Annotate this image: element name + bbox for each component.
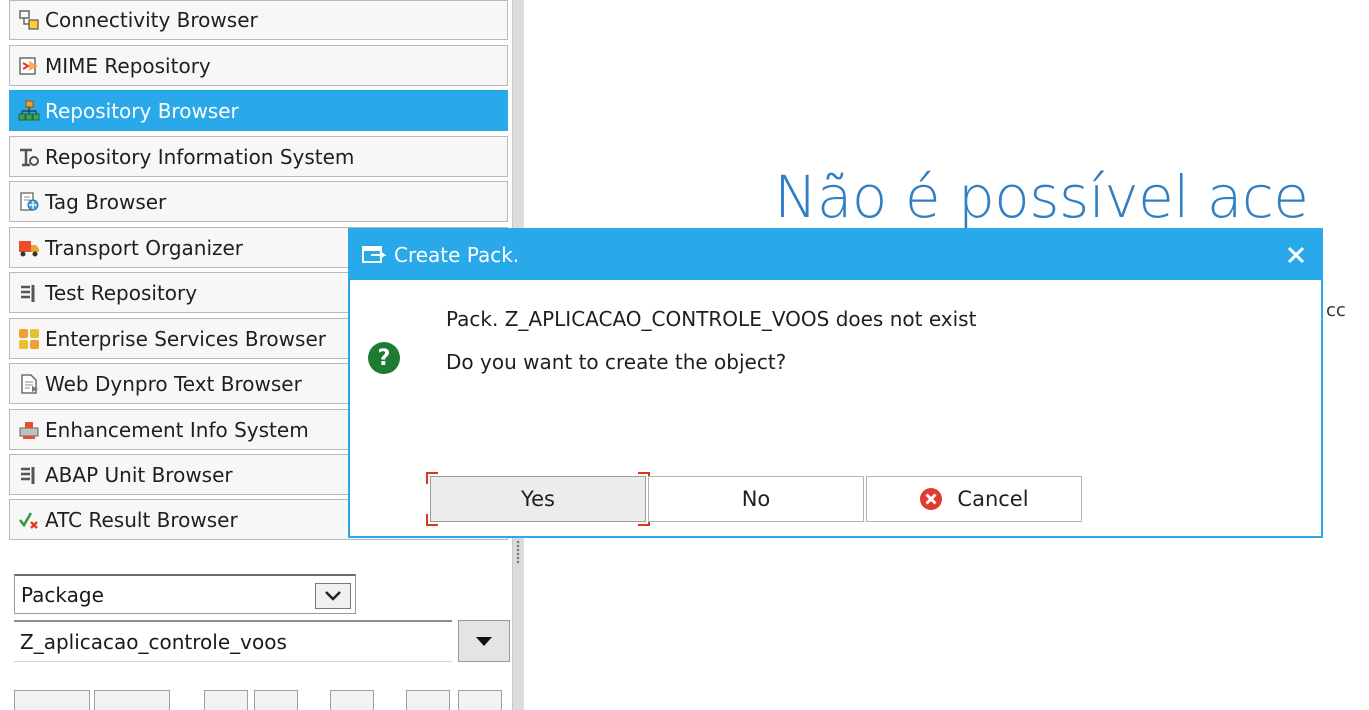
nav-item-connectivity-browser[interactable]: Connectivity Browser [9,0,508,40]
document-icon [18,373,40,395]
dialog-title: Create Pack. [394,243,520,267]
nav-item-label: Test Repository [45,280,198,305]
cancel-icon [919,487,943,511]
info-system-icon [18,146,40,168]
services-icon [18,328,40,350]
connectivity-icon [18,9,40,31]
cancel-button[interactable]: Cancel [866,476,1082,522]
dropdown-arrow-icon[interactable] [458,620,510,662]
nav-item-label: ATC Result Browser [45,507,238,532]
object-name-value: Z_aplicacao_controle_voos [20,629,287,654]
object-name-input[interactable]: Z_aplicacao_controle_voos [14,620,452,662]
check-cross-icon [18,509,40,531]
question-icon: ? [368,342,400,374]
more-button[interactable] [458,690,502,710]
close-icon[interactable] [1281,240,1311,270]
nav-item-label: Transport Organizer [45,235,244,260]
background-heading: Não é possível ace [774,163,1309,231]
collapse-button[interactable] [204,690,248,710]
nav-item-label: Enhancement Info System [45,417,309,442]
tag-icon [18,191,40,213]
back-button[interactable] [14,690,90,710]
object-type-select[interactable]: Package [14,574,356,614]
test-icon [18,282,40,304]
dialog-title-bar[interactable]: Create Pack. [350,230,1321,280]
cancel-button-label: Cancel [957,487,1029,511]
nav-item-label: Connectivity Browser [45,8,258,32]
expand-button[interactable] [254,690,298,710]
nav-item-label: ABAP Unit Browser [45,462,233,487]
hierarchy-icon [18,100,40,122]
object-type-value: Package [21,582,104,607]
forward-button[interactable] [94,690,170,710]
dialog-message-line2: Do you want to create the object? [446,350,787,374]
enhancement-icon [18,419,40,441]
dialog-window-icon [362,245,388,265]
background-text-fragment: cc [1326,300,1346,321]
nav-item-label: Tag Browser [45,189,167,214]
navigation-toolbar [14,688,512,710]
sort-button[interactable] [406,690,450,710]
mime-icon [18,55,40,77]
nav-item-label: Enterprise Services Browser [45,326,326,351]
truck-icon [18,237,40,259]
dialog-message-line1: Pack. Z_APLICACAO_CONTROLE_VOOS does not… [446,307,977,331]
nav-item-repository-information-system[interactable]: Repository Information System [9,136,508,177]
yes-button[interactable]: Yes [430,476,646,522]
nav-item-label: Web Dynpro Text Browser [45,371,302,396]
no-button-label: No [741,487,771,511]
nav-item-label: MIME Repository [45,53,211,78]
binoculars-button[interactable] [330,690,374,710]
splitter-grip [516,540,520,564]
create-package-dialog: Create Pack. ? Pack. Z_APLICACAO_CONTROL… [348,228,1323,538]
chevron-down-icon[interactable] [315,583,351,609]
focus-corner-top-left [426,472,438,484]
nav-item-label: Repository Browser [45,98,239,123]
nav-item-label: Repository Information System [45,144,355,169]
nav-item-tag-browser[interactable]: Tag Browser [9,181,508,222]
focus-corner-bottom-left [426,514,438,526]
yes-button-label: Yes [521,487,555,511]
no-button[interactable]: No [648,476,864,522]
unit-icon [18,464,40,486]
nav-item-repository-browser[interactable]: Repository Browser [9,90,508,131]
nav-item-mime-repository[interactable]: MIME Repository [9,45,508,86]
